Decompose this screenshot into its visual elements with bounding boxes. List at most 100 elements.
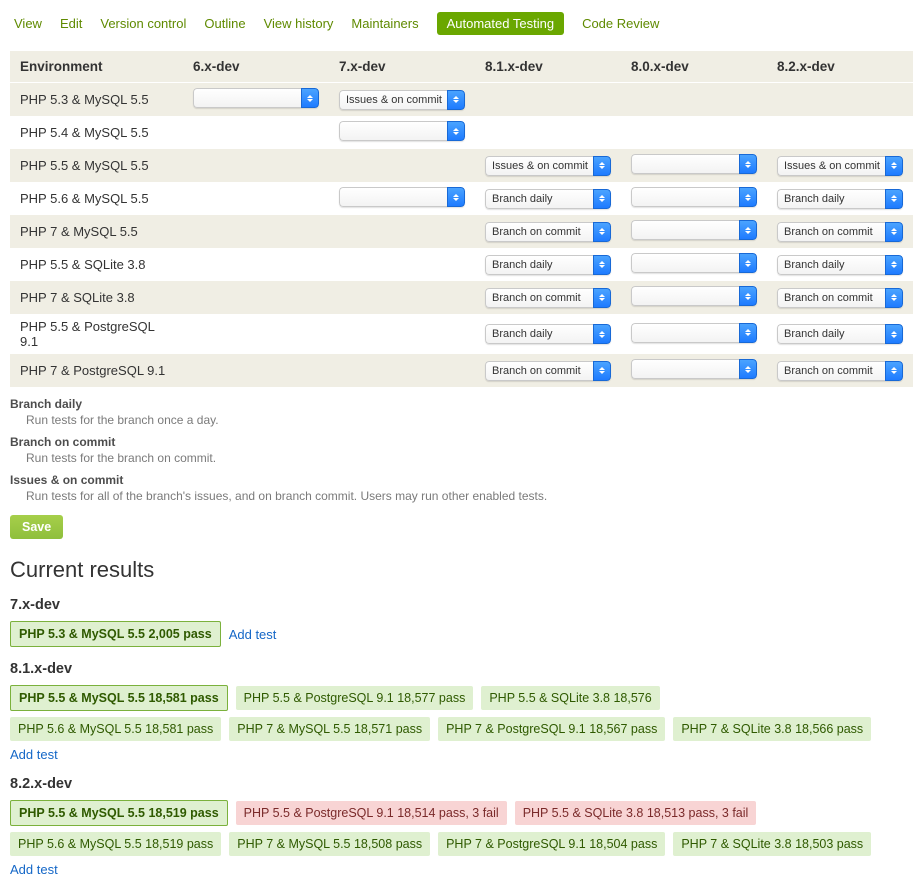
environment-name: PHP 5.5 & MySQL 5.5 xyxy=(10,149,183,182)
schedule-select[interactable]: Branch daily xyxy=(777,189,903,209)
col-header: 8.1.x-dev xyxy=(475,51,621,83)
schedule-select[interactable]: Issues & on commit xyxy=(339,90,465,110)
result-pill[interactable]: PHP 5.6 & MySQL 5.5 18,581 pass xyxy=(10,717,221,741)
environment-table: Environment6.x-dev7.x-dev8.1.x-dev8.0.x-… xyxy=(10,51,913,387)
environment-name: PHP 5.6 & MySQL 5.5 xyxy=(10,182,183,215)
schedule-select[interactable] xyxy=(339,121,465,141)
chevron-updown-icon xyxy=(885,222,903,242)
tab-version-control[interactable]: Version control xyxy=(100,16,186,31)
primary-tabs: View Edit Version control Outline View histo… xyxy=(10,8,913,45)
tab-code-review[interactable]: Code Review xyxy=(582,16,659,31)
branch-heading: 7.x-dev xyxy=(10,597,913,613)
table-row: PHP 5.3 & MySQL 5.5 Issues & on commit xyxy=(10,83,913,117)
table-row: PHP 5.4 & MySQL 5.5 xyxy=(10,116,913,149)
col-header: 8.0.x-dev xyxy=(621,51,767,83)
chevron-updown-icon xyxy=(885,255,903,275)
schedule-select[interactable]: Issues & on commit xyxy=(777,156,903,176)
add-test-link[interactable]: Add test xyxy=(229,627,277,642)
chevron-updown-icon xyxy=(593,222,611,242)
result-pill[interactable]: PHP 5.5 & MySQL 5.5 18,519 pass xyxy=(10,800,228,826)
chevron-updown-icon xyxy=(739,253,757,273)
schedule-select[interactable]: Issues & on commit xyxy=(485,156,611,176)
environment-name: PHP 5.4 & MySQL 5.5 xyxy=(10,116,183,149)
schedule-select[interactable]: Branch daily xyxy=(777,324,903,344)
result-row: PHP 5.5 & MySQL 5.5 18,519 pass PHP 5.5 &… xyxy=(10,800,913,826)
result-row: Add test xyxy=(10,862,913,877)
definition-desc: Run tests for all of the branch's issues… xyxy=(26,489,913,503)
schedule-select[interactable]: Branch on commit xyxy=(777,288,903,308)
chevron-updown-icon xyxy=(593,324,611,344)
tab-edit[interactable]: Edit xyxy=(60,16,82,31)
chevron-updown-icon xyxy=(593,255,611,275)
chevron-updown-icon xyxy=(739,220,757,240)
result-pill[interactable]: PHP 7 & MySQL 5.5 18,571 pass xyxy=(229,717,430,741)
result-row: PHP 5.3 & MySQL 5.5 2,005 pass Add test xyxy=(10,621,913,647)
table-row: PHP 5.5 & PostgreSQL 9.1Branch dailyBran… xyxy=(10,314,913,354)
schedule-select[interactable]: Branch daily xyxy=(777,255,903,275)
result-row: PHP 5.5 & MySQL 5.5 18,581 pass PHP 5.5 &… xyxy=(10,685,913,711)
schedule-select[interactable]: Branch on commit xyxy=(777,361,903,381)
tab-automated-testing[interactable]: Automated Testing xyxy=(437,12,564,35)
chevron-updown-icon xyxy=(301,88,319,108)
add-test-link[interactable]: Add test xyxy=(10,862,58,877)
schedule-select[interactable] xyxy=(631,359,757,379)
table-row: PHP 5.5 & MySQL 5.5 Issues & on commit Iss… xyxy=(10,149,913,182)
schedule-select[interactable] xyxy=(631,286,757,306)
result-pill[interactable]: PHP 5.5 & SQLite 3.8 18,576 xyxy=(481,686,659,710)
tab-view-history[interactable]: View history xyxy=(264,16,334,31)
result-pill[interactable]: PHP 7 & SQLite 3.8 18,566 pass xyxy=(673,717,871,741)
table-row: PHP 5.5 & SQLite 3.8 Branch daily Branch d… xyxy=(10,248,913,281)
schedule-select[interactable] xyxy=(631,187,757,207)
schedule-select[interactable]: Branch daily xyxy=(485,324,611,344)
schedule-select[interactable] xyxy=(193,88,319,108)
col-header: Environment xyxy=(10,51,183,83)
schedule-select[interactable] xyxy=(631,323,757,343)
result-pill[interactable]: PHP 5.5 & SQLite 3.8 18,513 pass, 3 fail xyxy=(515,801,757,825)
schedule-select[interactable] xyxy=(631,220,757,240)
schedule-select[interactable] xyxy=(631,154,757,174)
schedule-select[interactable]: Branch daily xyxy=(485,255,611,275)
chevron-updown-icon xyxy=(739,323,757,343)
result-pill[interactable]: PHP 7 & PostgreSQL 9.1 18,567 pass xyxy=(438,717,665,741)
schedule-select[interactable]: Branch daily xyxy=(485,189,611,209)
results-heading: Current results xyxy=(10,557,913,583)
chevron-updown-icon xyxy=(593,361,611,381)
environment-name: PHP 5.3 & MySQL 5.5 xyxy=(10,83,183,117)
chevron-updown-icon xyxy=(885,361,903,381)
environment-name: PHP 7 & PostgreSQL 9.1 xyxy=(10,354,183,387)
result-row: PHP 5.6 & MySQL 5.5 18,519 pass PHP 7 & M… xyxy=(10,832,913,856)
schedule-select[interactable]: Branch on commit xyxy=(777,222,903,242)
chevron-updown-icon xyxy=(885,156,903,176)
chevron-updown-icon xyxy=(739,286,757,306)
result-pill[interactable]: PHP 7 & PostgreSQL 9.1 18,504 pass xyxy=(438,832,665,856)
result-pill[interactable]: PHP 5.5 & PostgreSQL 9.1 18,514 pass, 3 … xyxy=(236,801,507,825)
table-row: PHP 7 & SQLite 3.8Branch on commitBranch… xyxy=(10,281,913,314)
schedule-select[interactable] xyxy=(339,187,465,207)
result-pill[interactable]: PHP 5.3 & MySQL 5.5 2,005 pass xyxy=(10,621,221,647)
result-pill[interactable]: PHP 5.6 & MySQL 5.5 18,519 pass xyxy=(10,832,221,856)
table-row: PHP 5.6 & MySQL 5.5 Branch daily Branch da… xyxy=(10,182,913,215)
schedule-select[interactable] xyxy=(631,253,757,273)
definition-desc: Run tests for the branch once a day. xyxy=(26,413,913,427)
schedule-select[interactable]: Branch on commit xyxy=(485,222,611,242)
branch-heading: 8.2.x-dev xyxy=(10,776,913,792)
result-row: Add test xyxy=(10,747,913,762)
result-pill[interactable]: PHP 5.5 & PostgreSQL 9.1 18,577 pass xyxy=(236,686,474,710)
result-pill[interactable]: PHP 5.5 & MySQL 5.5 18,581 pass xyxy=(10,685,228,711)
add-test-link[interactable]: Add test xyxy=(10,747,58,762)
tab-view[interactable]: View xyxy=(14,16,42,31)
tab-outline[interactable]: Outline xyxy=(204,16,245,31)
chevron-updown-icon xyxy=(447,187,465,207)
save-button[interactable]: Save xyxy=(10,515,63,539)
chevron-updown-icon xyxy=(739,359,757,379)
result-pill[interactable]: PHP 7 & SQLite 3.8 18,503 pass xyxy=(673,832,871,856)
schedule-select[interactable]: Branch on commit xyxy=(485,361,611,381)
chevron-updown-icon xyxy=(885,324,903,344)
definition-term: Branch daily xyxy=(10,397,913,411)
chevron-updown-icon xyxy=(885,288,903,308)
result-pill[interactable]: PHP 7 & MySQL 5.5 18,508 pass xyxy=(229,832,430,856)
schedule-select[interactable]: Branch on commit xyxy=(485,288,611,308)
tab-maintainers[interactable]: Maintainers xyxy=(351,16,418,31)
result-row: PHP 5.6 & MySQL 5.5 18,581 pass PHP 7 & M… xyxy=(10,717,913,741)
environment-name: PHP 5.5 & SQLite 3.8 xyxy=(10,248,183,281)
